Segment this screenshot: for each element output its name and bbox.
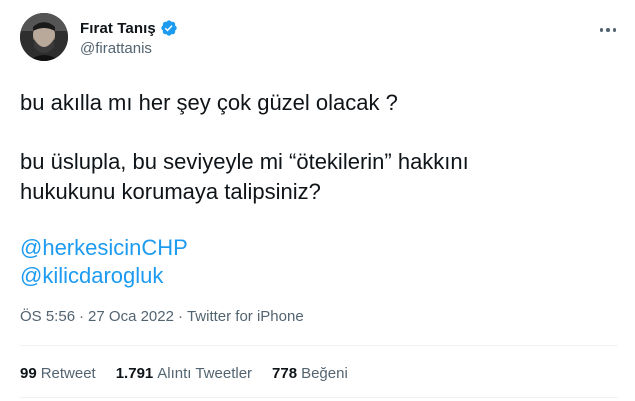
stat-count: 1.791 [115,365,154,382]
meta-separator: · [177,308,183,325]
stat-label: Alıntı Tweetler [157,365,253,382]
stat-count: 778 [272,365,298,382]
meta-separator: · [79,308,85,325]
tweet-date[interactable]: 27 Oca 2022 [88,308,174,325]
more-options-icon[interactable] [596,20,620,40]
stat-label: Beğeni [301,365,348,382]
tweet-text-line-2: bu üslupla, bu seviyeyle mi “ötekilerin”… [20,149,469,174]
author-display-name[interactable]: Fırat Tanış [80,20,156,37]
tweet-text-line-3: hukukunu korumaya talipsiniz? [20,179,321,204]
author-name-row[interactable]: Fırat Tanış [80,18,178,38]
divider [20,345,618,346]
retweet-count[interactable]: 99 Retweet [20,365,96,382]
tweet-metadata: ÖS 5:56 · 27 Oca 2022 · Twitter for iPho… [20,308,304,325]
author-handle[interactable]: @firattanis [80,40,152,57]
divider [20,397,618,398]
avatar[interactable] [20,13,68,61]
stat-label: Retweet [40,365,96,382]
avatar-portrait-icon [20,13,68,61]
mention-link[interactable]: @kilicdarogluk [20,261,163,291]
stat-count: 99 [20,365,37,382]
tweet-card: Fırat Tanış @firattanis bu akılla mı her… [0,0,635,401]
tweet-time[interactable]: ÖS 5:56 [20,308,75,325]
like-count[interactable]: 778 Beğeni [272,365,348,382]
verified-badge-icon [160,19,178,37]
engagement-stats: 99 Retweet 1.791 Alıntı Tweetler 778 Beğ… [20,365,368,382]
quote-tweet-count[interactable]: 1.791 Alıntı Tweetler [116,365,252,382]
tweet-source[interactable]: Twitter for iPhone [187,308,304,325]
tweet-text-line-1: bu akılla mı her şey çok güzel olacak ? [20,90,398,115]
mention-link[interactable]: @herkesicinCHP [20,233,188,263]
